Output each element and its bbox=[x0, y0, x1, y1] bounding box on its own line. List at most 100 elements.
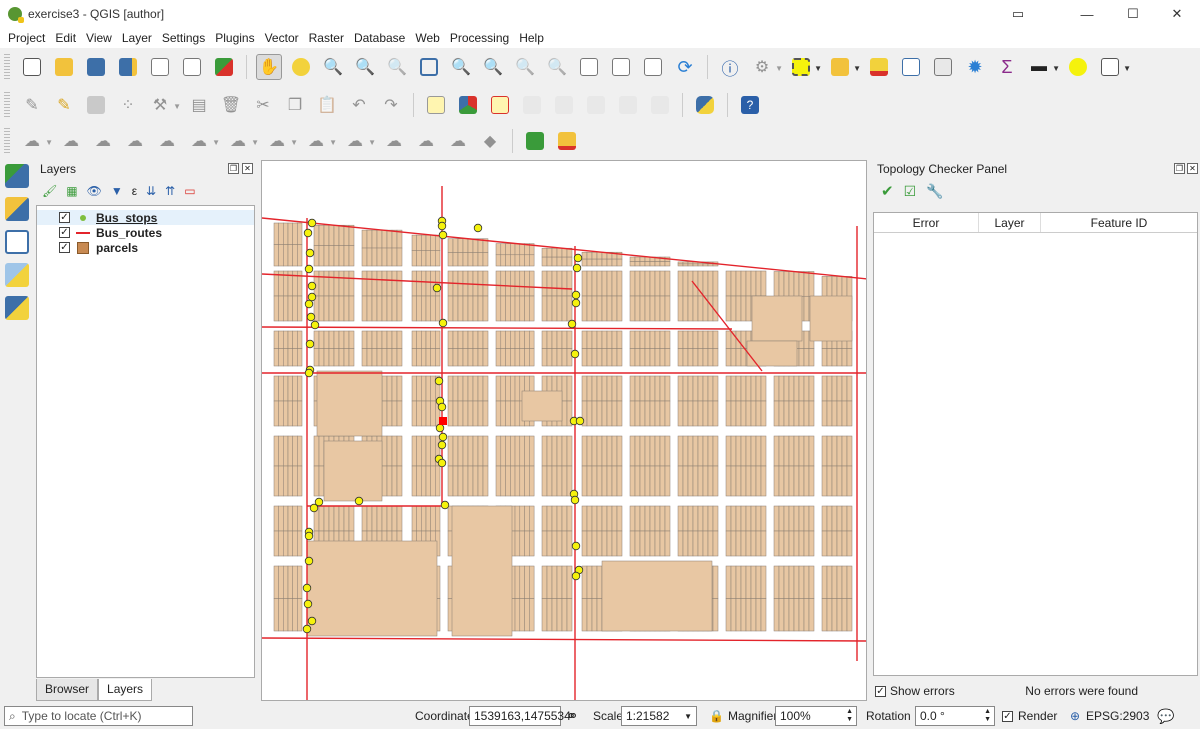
simplify-feature-icon[interactable]: ☁ bbox=[122, 128, 148, 154]
bus-stop-point[interactable] bbox=[306, 312, 316, 322]
refresh-icon[interactable]: ⟳ bbox=[672, 54, 698, 80]
select-features-icon[interactable]: ▼ bbox=[788, 54, 822, 80]
show-errors-checkbox[interactable]: ✓ bbox=[875, 685, 886, 697]
open-project-icon[interactable] bbox=[51, 54, 77, 80]
offset-curve-icon[interactable]: ☁ bbox=[90, 128, 116, 154]
show-hide-labels-icon[interactable] bbox=[551, 92, 577, 118]
select-by-value-icon[interactable]: ▼ bbox=[827, 54, 861, 80]
attribute-table-icon[interactable] bbox=[898, 54, 924, 80]
menu-project[interactable]: Project bbox=[3, 31, 50, 45]
zoom-last-icon[interactable]: 🔍 bbox=[512, 54, 538, 80]
zoom-to-selection-icon[interactable]: 🔍 bbox=[448, 54, 474, 80]
menu-processing[interactable]: Processing bbox=[445, 31, 514, 45]
bus-stop-point[interactable] bbox=[435, 423, 445, 433]
chevron-down-icon[interactable]: ▼ bbox=[684, 712, 692, 721]
bus-stop-point[interactable] bbox=[573, 253, 583, 263]
text-annotation-icon[interactable]: ▼ bbox=[1097, 54, 1131, 80]
zoom-next-icon[interactable]: 🔍 bbox=[544, 54, 570, 80]
layer-row-bus-stops[interactable]: ✓ Bus_stops bbox=[37, 210, 254, 225]
vertex-tool-icon[interactable]: ⚒ ▼ bbox=[147, 92, 181, 118]
toolbar-grip[interactable] bbox=[4, 92, 10, 118]
bus-stop-point[interactable] bbox=[354, 496, 364, 506]
bus-stop-point[interactable] bbox=[440, 500, 450, 510]
lock-scale-icon[interactable]: 🔒 bbox=[709, 709, 724, 723]
cut-features-icon[interactable]: ✂ bbox=[250, 92, 276, 118]
new-shapefile-icon[interactable] bbox=[5, 263, 29, 287]
bus-stop-point[interactable] bbox=[437, 458, 447, 468]
python-console-icon[interactable] bbox=[692, 92, 718, 118]
redo-icon[interactable]: ↷ bbox=[378, 92, 404, 118]
menu-vector[interactable]: Vector bbox=[260, 31, 304, 45]
fill-ring-icon[interactable]: ☁ ▼ bbox=[225, 128, 259, 154]
bus-stop-point[interactable] bbox=[309, 503, 319, 513]
new-bookmark-icon[interactable] bbox=[608, 54, 634, 80]
filter-by-expression-icon[interactable]: ε bbox=[132, 184, 137, 198]
delete-selected-icon[interactable]: 🗑 bbox=[218, 92, 244, 118]
magnifier-spinbox[interactable]: 100% ▲ ▼ bbox=[775, 706, 857, 726]
statistics-icon[interactable]: Σ bbox=[994, 54, 1020, 80]
bus-stop-point[interactable] bbox=[303, 228, 313, 238]
bus-stop-point[interactable] bbox=[571, 541, 581, 551]
menu-help[interactable]: Help bbox=[514, 31, 549, 45]
close-panel-icon[interactable]: ✕ bbox=[1187, 163, 1198, 174]
selected-bus-stop[interactable] bbox=[439, 417, 447, 425]
float-panel-icon[interactable]: ❐ bbox=[228, 163, 239, 174]
style-manager-icon[interactable] bbox=[211, 54, 237, 80]
split-parts-icon[interactable]: ☁ bbox=[381, 128, 407, 154]
save-edits-icon[interactable] bbox=[83, 92, 109, 118]
identify-icon[interactable]: ⓘ bbox=[717, 54, 743, 80]
toolbar-grip[interactable] bbox=[4, 54, 10, 80]
geometry-checker-icon[interactable] bbox=[554, 128, 580, 154]
expand-all-icon[interactable]: ⇊ bbox=[146, 184, 156, 198]
measure-icon[interactable]: ▬ ▼ bbox=[1026, 54, 1060, 80]
label-toolbar-icon[interactable] bbox=[423, 92, 449, 118]
delete-part-icon[interactable]: ☁ ▼ bbox=[303, 128, 337, 154]
menu-view[interactable]: View bbox=[81, 31, 117, 45]
split-features-icon[interactable]: ☁ ▼ bbox=[342, 128, 376, 154]
field-calculator-icon[interactable] bbox=[930, 54, 956, 80]
highlight-pinned-labels-icon[interactable] bbox=[487, 92, 513, 118]
column-header-feature-id[interactable]: Feature ID bbox=[1041, 213, 1197, 232]
bus-stop-point[interactable] bbox=[438, 432, 448, 442]
manage-visibility-icon[interactable]: 👁 bbox=[87, 184, 102, 198]
zoom-to-layer-icon[interactable]: 🔍 bbox=[480, 54, 506, 80]
toolbox-icon[interactable]: ✹ bbox=[962, 54, 988, 80]
bus-stop-point[interactable] bbox=[305, 248, 315, 258]
save-project-icon[interactable] bbox=[83, 54, 109, 80]
bus-stop-point[interactable] bbox=[437, 440, 447, 450]
tab-layers[interactable]: Layers bbox=[98, 679, 153, 701]
bus-stop-point[interactable] bbox=[307, 281, 317, 291]
bus-stop-point[interactable] bbox=[438, 230, 448, 240]
bus-stop-point[interactable] bbox=[571, 290, 581, 300]
bus-stop-point[interactable] bbox=[437, 402, 447, 412]
layer-row-parcels[interactable]: ✓ parcels bbox=[37, 240, 254, 255]
print-preview-icon[interactable] bbox=[179, 54, 205, 80]
layer-visibility-checkbox[interactable]: ✓ bbox=[59, 227, 70, 238]
bus-stop-point[interactable] bbox=[438, 318, 448, 328]
current-edits-icon[interactable]: ✎ bbox=[19, 92, 45, 118]
bus-stop-point[interactable] bbox=[437, 221, 447, 231]
crs-label[interactable]: EPSG:2903 bbox=[1086, 709, 1149, 723]
topology-checker-icon[interactable] bbox=[522, 128, 548, 154]
undo-icon[interactable]: ↶ bbox=[346, 92, 372, 118]
menu-edit[interactable]: Edit bbox=[50, 31, 81, 45]
scale-combobox[interactable]: 1:21582 ▼ bbox=[621, 706, 697, 726]
zoom-native-icon[interactable]: 🔍 bbox=[384, 54, 410, 80]
new-map-view-icon[interactable] bbox=[576, 54, 602, 80]
actions-icon[interactable]: ⚙ ▼ bbox=[749, 54, 783, 80]
bus-stop-point[interactable] bbox=[567, 319, 577, 329]
show-bookmarks-icon[interactable] bbox=[640, 54, 666, 80]
bus-stop-point[interactable] bbox=[304, 299, 314, 309]
zoom-in-icon[interactable]: 🔍 bbox=[320, 54, 346, 80]
layer-visibility-checkbox[interactable]: ✓ bbox=[59, 242, 70, 253]
float-panel-icon[interactable]: ❐ bbox=[1174, 163, 1185, 174]
move-label-icon[interactable] bbox=[583, 92, 609, 118]
rotate-point-symbols-icon[interactable]: ◆ bbox=[477, 128, 503, 154]
bus-stop-point[interactable] bbox=[304, 264, 314, 274]
validate-extent-icon[interactable]: ☑ bbox=[904, 183, 917, 200]
toolbar-grip[interactable] bbox=[4, 128, 10, 154]
change-label-icon[interactable] bbox=[647, 92, 673, 118]
merge-features-icon[interactable]: ☁ bbox=[413, 128, 439, 154]
save-as-icon[interactable] bbox=[115, 54, 141, 80]
topology-errors-table[interactable]: Error Layer Feature ID bbox=[873, 212, 1198, 676]
